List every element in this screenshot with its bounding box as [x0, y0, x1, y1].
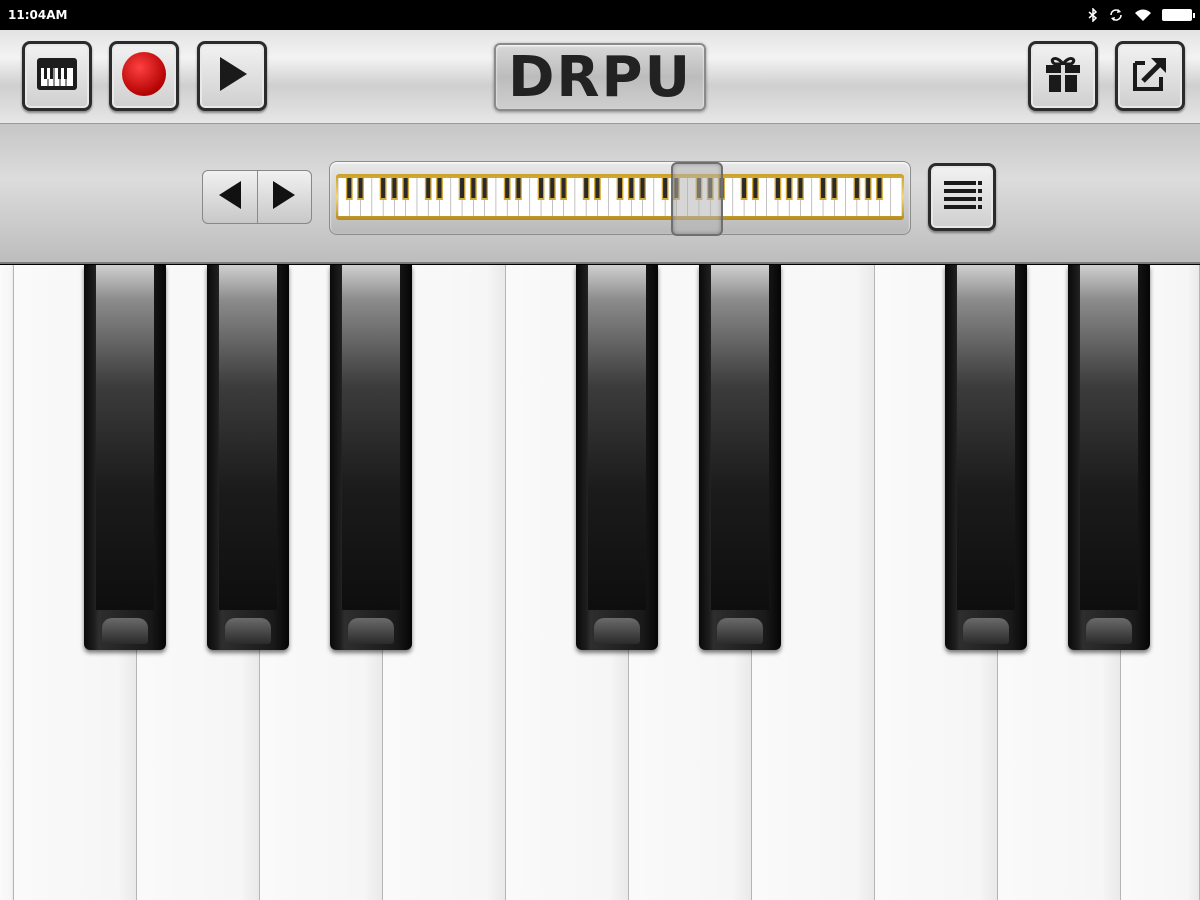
keyboard-select-button[interactable]: [22, 41, 92, 111]
black-key-tip: [594, 618, 640, 644]
mini-black-key-inner: [877, 178, 882, 198]
black-key-shine: [1080, 265, 1138, 610]
mini-black-key-inner: [347, 178, 352, 198]
mini-black-key-inner: [821, 178, 826, 198]
black-key[interactable]: [576, 265, 658, 650]
mini-black-key-inner: [832, 178, 837, 198]
play-icon: [214, 54, 250, 99]
record-icon: [121, 51, 167, 102]
mini-black-key-inner: [663, 178, 668, 198]
black-key-shine: [711, 265, 769, 610]
mini-black-key-inner: [403, 178, 408, 198]
mini-keyboard-slider[interactable]: [329, 161, 911, 236]
mini-black-key-inner: [629, 178, 634, 198]
black-key-shine: [219, 265, 277, 610]
mini-black-key-inner: [595, 178, 600, 198]
mini-black-key-inner: [482, 178, 487, 198]
mini-black-key-inner: [584, 178, 589, 198]
mini-black-key-inner: [426, 178, 431, 198]
black-key-shine: [96, 265, 154, 610]
mini-black-key-inner: [460, 178, 465, 198]
play-button[interactable]: [197, 41, 267, 111]
status-bar: 11:04AM: [0, 0, 1200, 30]
scroll-right-button[interactable]: [256, 171, 312, 223]
sync-icon: [1108, 8, 1124, 22]
mini-black-key-inner: [854, 178, 859, 198]
menu-icon: [940, 176, 984, 219]
mini-black-key-inner: [437, 178, 442, 198]
black-key-shine: [342, 265, 400, 610]
mini-black-key-inner: [561, 178, 566, 198]
mini-black-key-inner: [640, 178, 645, 198]
black-key-tip: [963, 618, 1009, 644]
menu-button[interactable]: [928, 163, 996, 231]
scroll-left-button[interactable]: [203, 171, 257, 223]
share-icon: [1129, 53, 1171, 100]
mini-black-key-inner: [866, 178, 871, 198]
visible-range-handle[interactable]: [671, 162, 723, 236]
scroll-arrows: [202, 170, 312, 224]
mini-black-key-inner: [516, 178, 521, 198]
mini-black-key-inner: [798, 178, 803, 198]
arrow-right-icon: [271, 179, 297, 216]
app-logo: DRPU: [494, 43, 706, 111]
clock: 11:04AM: [8, 8, 68, 22]
status-icons: [1088, 8, 1195, 22]
mini-keyboard-strip: [336, 174, 904, 220]
battery-fill: [1163, 10, 1191, 20]
mini-keyboard-graphic: [338, 178, 902, 216]
piano-keyboard: [0, 265, 1200, 900]
keyboard-navigator: [0, 124, 1200, 264]
black-key[interactable]: [945, 265, 1027, 650]
mini-black-key-inner: [753, 178, 758, 198]
mini-keys: [338, 178, 902, 216]
black-key-tip: [102, 618, 148, 644]
wifi-icon: [1134, 8, 1152, 22]
battery-icon: [1162, 9, 1195, 21]
share-button[interactable]: [1115, 41, 1185, 111]
mini-black-key-inner: [550, 178, 555, 198]
white-key[interactable]: [0, 265, 14, 900]
logo-text: DRPU: [507, 44, 693, 110]
top-toolbar: DRPU: [0, 30, 1200, 124]
mini-black-key-inner: [358, 178, 363, 198]
mini-black-key-inner: [775, 178, 780, 198]
gift-button[interactable]: [1028, 41, 1098, 111]
record-button[interactable]: [109, 41, 179, 111]
black-key-tip: [717, 618, 763, 644]
black-key[interactable]: [207, 265, 289, 650]
mini-black-key-inner: [617, 178, 623, 198]
black-key-tip: [348, 618, 394, 644]
black-key-shine: [957, 265, 1015, 610]
mini-black-key-inner: [787, 178, 792, 198]
black-key[interactable]: [1068, 265, 1150, 650]
black-key[interactable]: [84, 265, 166, 650]
black-key-shine: [588, 265, 646, 610]
mini-black-key-inner: [381, 178, 386, 198]
mini-black-key-inner: [742, 178, 747, 198]
black-key[interactable]: [330, 265, 412, 650]
mini-black-key-inner: [471, 178, 476, 198]
bluetooth-icon: [1088, 8, 1098, 22]
keyboard-icon: [35, 54, 79, 99]
arrow-left-icon: [217, 179, 243, 216]
black-key-tip: [225, 618, 271, 644]
mini-black-key-inner: [539, 178, 544, 198]
black-key-tip: [1086, 618, 1132, 644]
mini-black-key-inner: [392, 178, 397, 198]
gift-icon: [1042, 54, 1084, 99]
black-key[interactable]: [699, 265, 781, 650]
mini-black-key-inner: [505, 178, 510, 198]
